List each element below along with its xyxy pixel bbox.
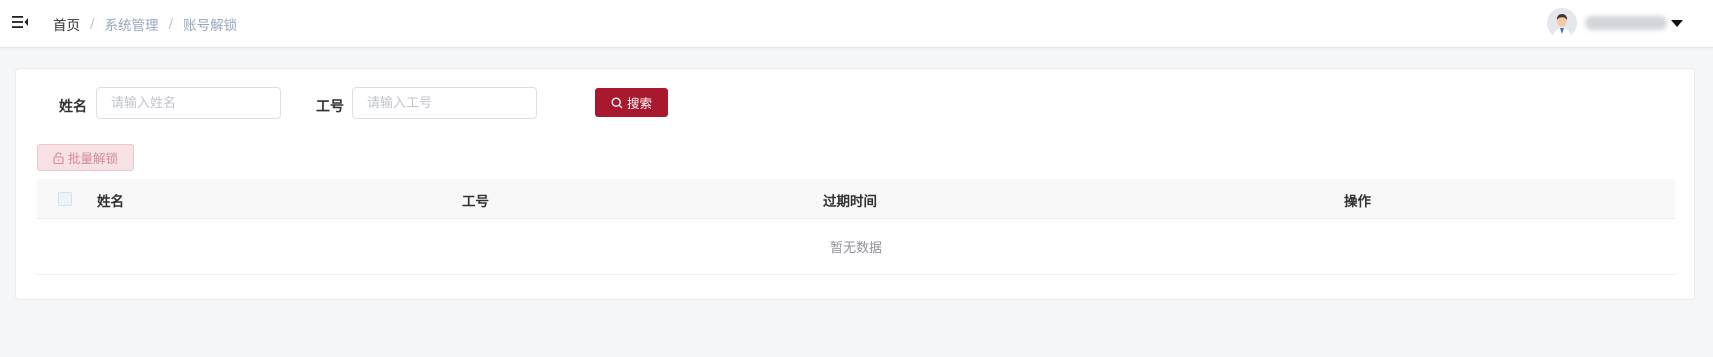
table-empty-state: 暂无数据 xyxy=(37,219,1675,275)
top-navbar: 首页 / 系统管理 / 账号解锁 xyxy=(0,0,1713,48)
table-header: 姓名 工号 过期时间 操作 xyxy=(37,179,1675,219)
caret-down-icon[interactable] xyxy=(1671,19,1683,27)
user-avatar-icon[interactable] xyxy=(1547,8,1577,38)
employee-id-label: 工号 xyxy=(316,99,344,115)
empty-text: 暂无数据 xyxy=(829,241,882,256)
batch-unlock-button[interactable]: 批量解锁 xyxy=(37,144,134,171)
name-input[interactable] xyxy=(96,87,281,119)
column-header-name: 姓名 xyxy=(97,194,124,210)
batch-unlock-label: 批量解锁 xyxy=(67,151,118,166)
employee-id-input[interactable] xyxy=(352,87,537,119)
select-all-checkbox[interactable] xyxy=(58,192,72,206)
breadcrumb-item-account-unlock: 账号解锁 xyxy=(183,18,238,34)
column-header-actions: 操作 xyxy=(1344,194,1371,210)
unlock-icon xyxy=(53,151,64,164)
account-table: 姓名 工号 过期时间 操作 暂无数据 xyxy=(37,179,1675,275)
search-button[interactable]: 搜索 xyxy=(595,88,668,117)
breadcrumb: 首页 / 系统管理 / 账号解锁 xyxy=(53,14,237,34)
menu-fold-icon[interactable] xyxy=(11,13,29,31)
name-label: 姓名 xyxy=(59,99,87,115)
search-button-label: 搜索 xyxy=(626,96,652,111)
user-menu[interactable] xyxy=(1547,8,1683,38)
column-header-employee-id: 工号 xyxy=(462,194,489,210)
breadcrumb-item-system-management: 系统管理 xyxy=(104,18,159,34)
username-redacted xyxy=(1585,16,1667,30)
content-card: 姓名 工号 搜索 批量解锁 姓名 工号 过期时间 操作 暂无数据 xyxy=(15,68,1695,300)
breadcrumb-separator: / xyxy=(90,16,95,32)
search-icon xyxy=(611,97,623,108)
column-header-expiry-time: 过期时间 xyxy=(823,194,877,210)
breadcrumb-home[interactable]: 首页 xyxy=(53,14,80,34)
breadcrumb-separator: / xyxy=(168,16,174,32)
